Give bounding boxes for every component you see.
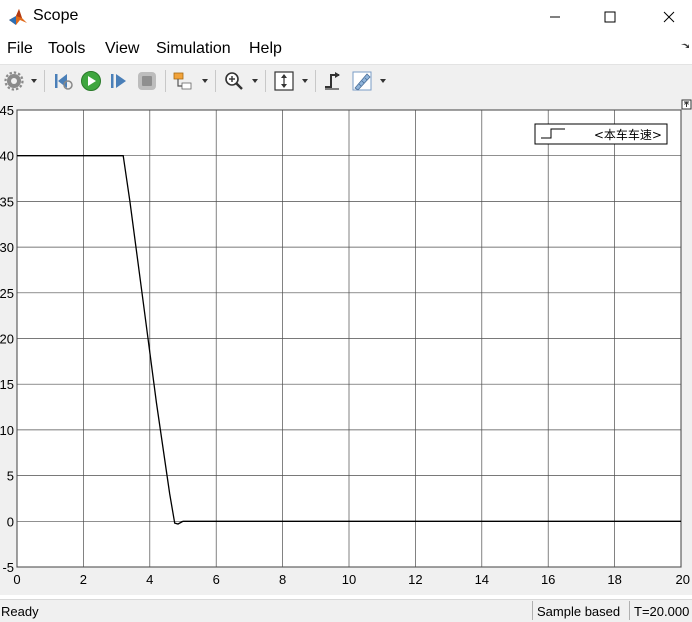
- y-tick-label: 5: [7, 469, 14, 484]
- highlight-block-icon[interactable]: [172, 70, 194, 92]
- gear-dropdown-icon[interactable]: [31, 79, 37, 83]
- x-tick-label: 4: [146, 572, 153, 587]
- step-forward-icon[interactable]: [108, 70, 130, 92]
- y-tick-label: 30: [0, 240, 14, 255]
- play-icon[interactable]: [80, 70, 102, 92]
- x-tick-label: 6: [213, 572, 220, 587]
- status-time: T=20.000: [629, 601, 692, 620]
- y-tick-label: 10: [0, 423, 14, 438]
- y-tick-label: 0: [7, 514, 14, 529]
- x-tick-label: 2: [80, 572, 87, 587]
- minimize-button[interactable]: [532, 0, 578, 34]
- x-tick-label: 14: [475, 572, 489, 587]
- menu-bar: File Tools View Simulation Help: [0, 36, 692, 62]
- window-title: Scope: [33, 7, 79, 24]
- close-button[interactable]: [646, 0, 692, 34]
- x-tick-label: 16: [541, 572, 555, 587]
- step-back-icon[interactable]: [52, 70, 74, 92]
- x-tick-label: 20: [676, 572, 690, 587]
- matlab-icon: [9, 9, 27, 25]
- x-tick-label: 18: [607, 572, 621, 587]
- zoom-dropdown-icon[interactable]: [252, 79, 258, 83]
- ruler-dropdown-icon[interactable]: [380, 79, 386, 83]
- y-tick-label: 25: [0, 286, 14, 301]
- menu-tools[interactable]: Tools: [48, 40, 85, 58]
- toolbar: [0, 64, 692, 98]
- scope-plot-area: 0 2 4 6 8 10 12 14 16 18 20 -5 0 5 10 15 20 25 30 35 40 45 <本车…: [0, 97, 692, 595]
- x-tick-label: 12: [408, 572, 422, 587]
- expand-icon[interactable]: [681, 99, 692, 110]
- title-bar: Scope: [0, 0, 692, 34]
- zoom-in-icon[interactable]: [223, 70, 245, 92]
- stop-icon[interactable]: [136, 70, 158, 92]
- trigger-icon[interactable]: [322, 70, 344, 92]
- close-icon: [663, 11, 675, 23]
- scope-chart[interactable]: 0 2 4 6 8 10 12 14 16 18 20-5051015202530354045<本车…: [0, 97, 692, 595]
- toolbar-separator: [265, 70, 266, 92]
- y-tick-label: 35: [0, 194, 14, 209]
- x-tick-label: 10: [342, 572, 356, 587]
- status-ready: Ready: [1, 604, 39, 619]
- minimize-icon: [550, 16, 560, 18]
- toolbar-separator: [165, 70, 166, 92]
- scale-dropdown-icon[interactable]: [302, 79, 308, 83]
- x-tick-label: 0: [13, 572, 20, 587]
- y-tick-label: 45: [0, 103, 14, 118]
- menu-view[interactable]: View: [105, 40, 139, 58]
- undock-icon[interactable]: [680, 42, 690, 52]
- toolbar-separator: [315, 70, 316, 92]
- x-tick-label: 8: [279, 572, 286, 587]
- y-tick-label: 20: [0, 332, 14, 347]
- toolbar-separator: [44, 70, 45, 92]
- gear-icon[interactable]: [4, 70, 26, 92]
- ruler-icon[interactable]: [351, 70, 373, 92]
- maximize-icon: [604, 11, 616, 23]
- legend-label: <本车车速>: [594, 127, 662, 142]
- y-tick-label: 40: [0, 149, 14, 164]
- y-tick-label: -5: [2, 560, 14, 575]
- menu-simulation[interactable]: Simulation: [156, 40, 231, 58]
- menu-help[interactable]: Help: [249, 40, 282, 58]
- status-bar: Ready Sample based T=20.000: [0, 599, 692, 622]
- toolbar-separator: [215, 70, 216, 92]
- status-mode: Sample based: [532, 601, 629, 620]
- highlight-dropdown-icon[interactable]: [202, 79, 208, 83]
- scale-axes-icon[interactable]: [273, 70, 295, 92]
- y-tick-label: 15: [0, 377, 14, 392]
- maximize-button[interactable]: [587, 0, 633, 34]
- menu-file[interactable]: File: [7, 40, 33, 58]
